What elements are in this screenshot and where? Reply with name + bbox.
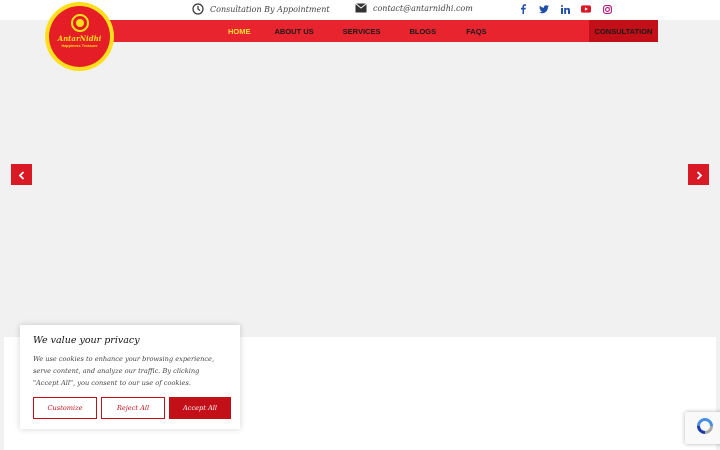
cookie-buttons: Customize Reject All Accept All (33, 397, 231, 419)
consultation-button[interactable]: CONSULTATION (589, 20, 658, 42)
slider-next-button[interactable] (688, 164, 709, 185)
logo-tagline: Happiness Treasure (61, 44, 98, 48)
cookie-title: We value your privacy (33, 335, 140, 346)
cookie-description: We use cookies to enhance your browsing … (33, 355, 215, 387)
nav-item-services[interactable]: SERVICES (343, 27, 381, 36)
consultation-info: Consultation By Appointment (192, 3, 330, 15)
customize-button[interactable]: Customize (33, 397, 97, 419)
email-text[interactable]: contact@antarnidhi.com (373, 4, 473, 13)
reject-all-button[interactable]: Reject All (101, 397, 165, 419)
recaptcha-icon (695, 416, 715, 440)
site-logo[interactable]: AntarNidhi Happiness Treasure (45, 2, 114, 71)
linkedin-icon[interactable] (560, 4, 570, 14)
page: Consultation By Appointment contact@anta… (0, 0, 720, 450)
accept-all-button[interactable]: Accept All (169, 397, 231, 419)
youtube-icon[interactable] (581, 4, 591, 14)
chevron-left-icon (18, 165, 26, 184)
clock-icon (192, 3, 204, 15)
recaptcha-badge[interactable] (685, 412, 720, 444)
logo-name: AntarNidhi (57, 34, 102, 43)
facebook-icon[interactable] (518, 4, 528, 14)
nav-item-home[interactable]: HOME (228, 27, 251, 36)
cookie-consent-banner: We value your privacy We use cookies to … (20, 325, 240, 429)
twitter-icon[interactable] (539, 4, 549, 14)
chevron-right-icon (695, 165, 703, 184)
mail-icon (355, 3, 367, 13)
social-links (518, 4, 612, 14)
consultation-text: Consultation By Appointment (210, 4, 330, 14)
nav-item-blogs[interactable]: BLOGS (409, 27, 436, 36)
slider-prev-button[interactable] (11, 164, 32, 185)
nav-item-faqs[interactable]: FAQS (466, 27, 486, 36)
nav-links: HOME ABOUT US SERVICES BLOGS FAQS (228, 20, 487, 42)
main-navbar: HOME ABOUT US SERVICES BLOGS FAQS CONSUL… (90, 20, 658, 42)
sun-icon (70, 14, 89, 32)
email-info[interactable]: contact@antarnidhi.com (355, 3, 473, 13)
instagram-icon[interactable] (602, 4, 612, 14)
logo-badge: AntarNidhi Happiness Treasure (49, 6, 110, 67)
nav-item-about-us[interactable]: ABOUT US (275, 27, 314, 36)
